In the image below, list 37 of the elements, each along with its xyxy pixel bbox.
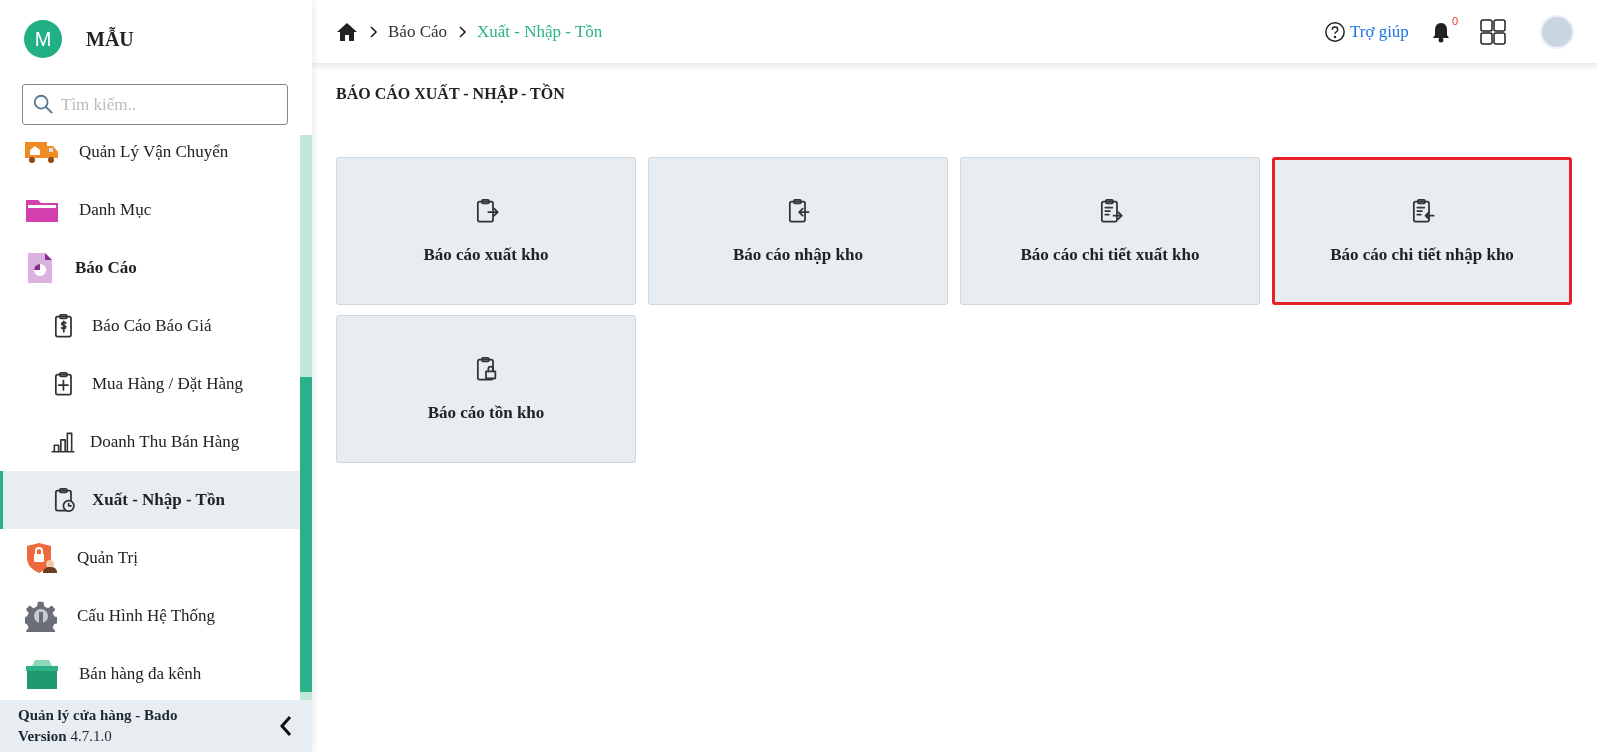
lock-shield-icon [25, 542, 57, 574]
report-card[interactable]: Báo cáo tồn kho [336, 315, 636, 463]
menu-item[interactable]: Báo Cáo Báo Giá [0, 297, 300, 355]
menu-item[interactable]: Quản Lý Vận Chuyển [0, 135, 300, 181]
grid-icon[interactable] [1480, 18, 1506, 45]
menu-item[interactable]: Mua Hàng / Đặt Hàng [0, 355, 300, 413]
report-card[interactable]: Báo cáo nhập kho [648, 157, 948, 305]
breadcrumb-link[interactable]: Báo Cáo [388, 21, 448, 42]
home-icon[interactable] [336, 21, 358, 42]
menu-item[interactable]: Danh Mục [0, 181, 300, 239]
menu-item[interactable]: Quản Trị [0, 529, 300, 587]
chevron-right-icon [457, 24, 468, 39]
scrollbar-track[interactable] [300, 135, 312, 700]
report-card[interactable]: Báo cáo chi tiết xuất kho [960, 157, 1260, 305]
report-card[interactable]: Báo cáo xuất kho [336, 157, 636, 305]
chevron-right-icon [368, 24, 378, 39]
menu-item[interactable]: Báo Cáo [0, 239, 300, 297]
menu-item[interactable]: Bán hàng đa kênh [0, 645, 300, 700]
report-card[interactable]: Báo cáo chi tiết nhập kho [1272, 157, 1572, 305]
chevron-left-icon[interactable] [278, 715, 294, 737]
page-title: BÁO CÁO XUẤT - NHẬP - TỒN [336, 85, 566, 103]
gear-wrench-icon [25, 600, 57, 632]
bell-icon[interactable] [1430, 20, 1451, 43]
menu-item[interactable]: Xuất - Nhập - Tồn [0, 471, 300, 529]
version-text: Version 4.7.1.0 [18, 728, 113, 745]
app-name: Quản lý cửa hàng - Bado [18, 707, 178, 724]
scrollbar-thumb[interactable] [300, 377, 312, 692]
menu-item[interactable]: Cấu Hình Hệ Thống [0, 587, 300, 645]
help-icon [1323, 20, 1346, 43]
pie-document-icon [25, 252, 55, 284]
menu-item[interactable]: Doanh Thu Bán Hàng [0, 413, 300, 471]
search-field[interactable]: Tìm kiếm.. [22, 84, 288, 125]
box-icon [25, 658, 59, 690]
brand-logo: M [24, 20, 62, 58]
notification-count: 0 [1451, 14, 1458, 27]
brand-name: MẪU [86, 27, 134, 51]
help-link[interactable]: Trợ giúp [1323, 20, 1409, 43]
